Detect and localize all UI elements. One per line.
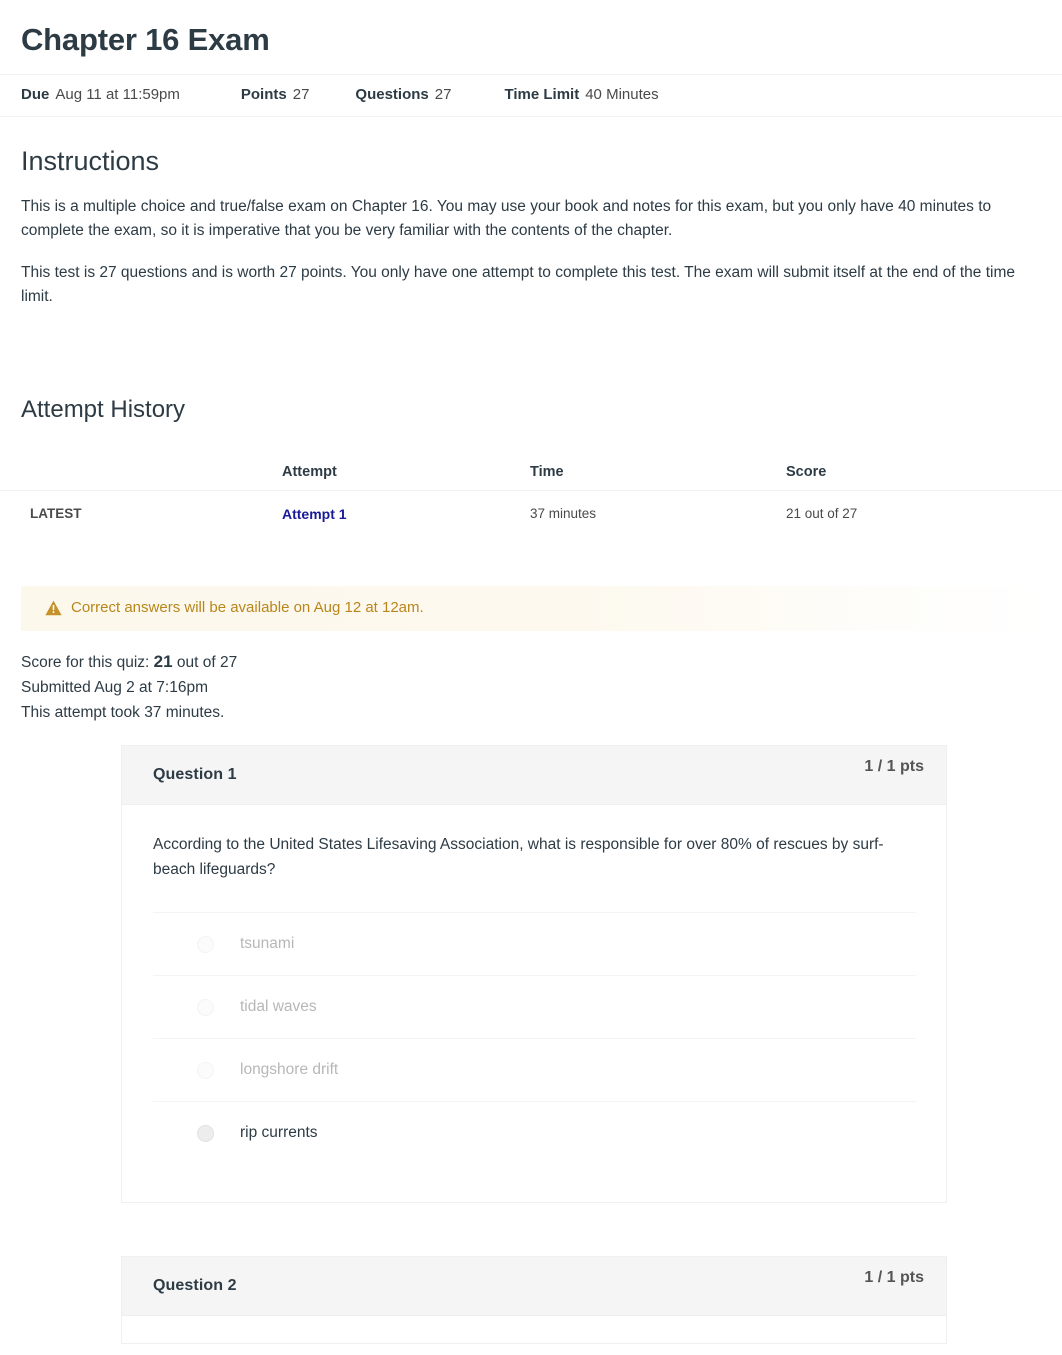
duration-line: This attempt took 37 minutes. — [21, 704, 225, 721]
attempt-link[interactable]: Attempt 1 — [282, 506, 347, 522]
question-name: Question 1 — [153, 766, 237, 783]
attempt-cell: Attempt 1 — [282, 491, 530, 545]
score-value: 21 — [153, 652, 173, 671]
warning-triangle-icon — [45, 600, 62, 616]
submitted-line: Submitted Aug 2 at 7:16pm — [21, 679, 208, 696]
radio-button-icon[interactable] — [197, 935, 214, 953]
attempt-history-heading: Attempt History — [21, 396, 186, 423]
question-body: According to the United States Lifesavin… — [122, 805, 946, 1202]
score-cell: 21 out of 27 — [786, 506, 858, 521]
answer-label: longshore drift — [240, 1061, 339, 1078]
latest-badge: LATEST — [30, 506, 82, 521]
question-header: Question 1 1 / 1 pts — [122, 746, 946, 805]
instructions-heading: Instructions — [21, 146, 160, 176]
question-card: Question 1 1 / 1 pts According to the Un… — [122, 746, 946, 1202]
time-limit-value: 40 Minutes — [585, 86, 659, 103]
instructions-paragraph-2: This test is 27 questions and is worth 2… — [21, 264, 1015, 305]
question-name: Question 2 — [153, 1277, 237, 1294]
time-cell: 37 minutes — [530, 506, 597, 521]
radio-button-selected-icon[interactable] — [197, 1124, 214, 1142]
questions-value: 27 — [434, 86, 452, 103]
question-card: Question 2 1 / 1 pts — [122, 1257, 946, 1343]
time-limit-meta: Time Limit 40 Minutes — [504, 84, 658, 106]
answer-label: tsunami — [240, 935, 295, 952]
score-suffix: out of 27 — [176, 654, 238, 671]
points-meta: Points 27 — [241, 84, 310, 106]
attempt-history-body: LATEST Attempt 1 37 minutes 21 out of 27 — [0, 491, 1062, 545]
radio-button-icon[interactable] — [197, 998, 214, 1016]
quiz-meta-bar: Due Aug 11 at 11:59pm Points 27 Questions 2… — [0, 74, 1062, 117]
question-points: 1 / 1 pts — [864, 758, 924, 775]
attempt-history-table: Attempt Time Score LATEST Attempt 1 37 m… — [0, 456, 1062, 544]
points-label: Points — [240, 86, 287, 103]
due-value: Aug 11 at 11:59pm — [55, 86, 180, 103]
time-limit-label: Time Limit — [504, 86, 580, 103]
questions-label: Questions — [355, 86, 429, 103]
due-meta: Due Aug 11 at 11:59pm — [21, 84, 180, 106]
table-row: LATEST Attempt 1 37 minutes 21 out of 27 — [0, 491, 1062, 545]
warning-banner-wrap: Correct answers will be available on Aug… — [0, 544, 1062, 631]
answer-label: tidal waves — [240, 998, 317, 1015]
quiz-results-page: Chapter 16 Exam Due Aug 11 at 11:59pm Poi… — [0, 0, 1062, 1355]
answers-list: tsunami tidal waves longshore drift rip … — [153, 912, 916, 1202]
question-body — [122, 1316, 946, 1343]
instructions-paragraph-1: This is a multiple choice and true/false… — [21, 198, 992, 239]
warning-text: Correct answers will be available on Aug… — [71, 599, 424, 616]
question-header: Question 2 1 / 1 pts — [122, 1257, 946, 1316]
correct-answers-warning: Correct answers will be available on Aug… — [21, 586, 1041, 631]
score-line: Score for this quiz: 21 out of 27 — [21, 649, 1062, 675]
questions-list: Question 1 1 / 1 pts According to the Un… — [0, 725, 1062, 1343]
due-label: Due — [21, 86, 50, 103]
column-header-time: Time — [530, 456, 786, 491]
page-title: Chapter 16 Exam — [21, 22, 270, 57]
answer-option-selected[interactable]: rip currents — [153, 1101, 916, 1164]
answer-option[interactable]: tsunami — [153, 912, 916, 975]
column-header-score: Score — [786, 456, 1062, 491]
column-header-attempt: Attempt — [282, 456, 530, 491]
points-value: 27 — [292, 86, 310, 103]
score-prefix: Score for this quiz: — [21, 654, 150, 671]
question-text: According to the United States Lifesavin… — [153, 836, 884, 878]
answer-option[interactable]: longshore drift — [153, 1038, 916, 1101]
radio-button-icon[interactable] — [197, 1061, 214, 1079]
table-header-row: Attempt Time Score — [0, 456, 1062, 491]
question-points: 1 / 1 pts — [864, 1269, 924, 1286]
score-summary: Score for this quiz: 21 out of 27 Submit… — [0, 631, 1062, 725]
attempt-history-head: Attempt Time Score — [0, 456, 1062, 491]
column-header-blank — [0, 456, 282, 491]
answer-label: rip currents — [240, 1124, 318, 1141]
answer-option[interactable]: tidal waves — [153, 975, 916, 1038]
questions-meta: Questions 27 — [355, 84, 451, 106]
